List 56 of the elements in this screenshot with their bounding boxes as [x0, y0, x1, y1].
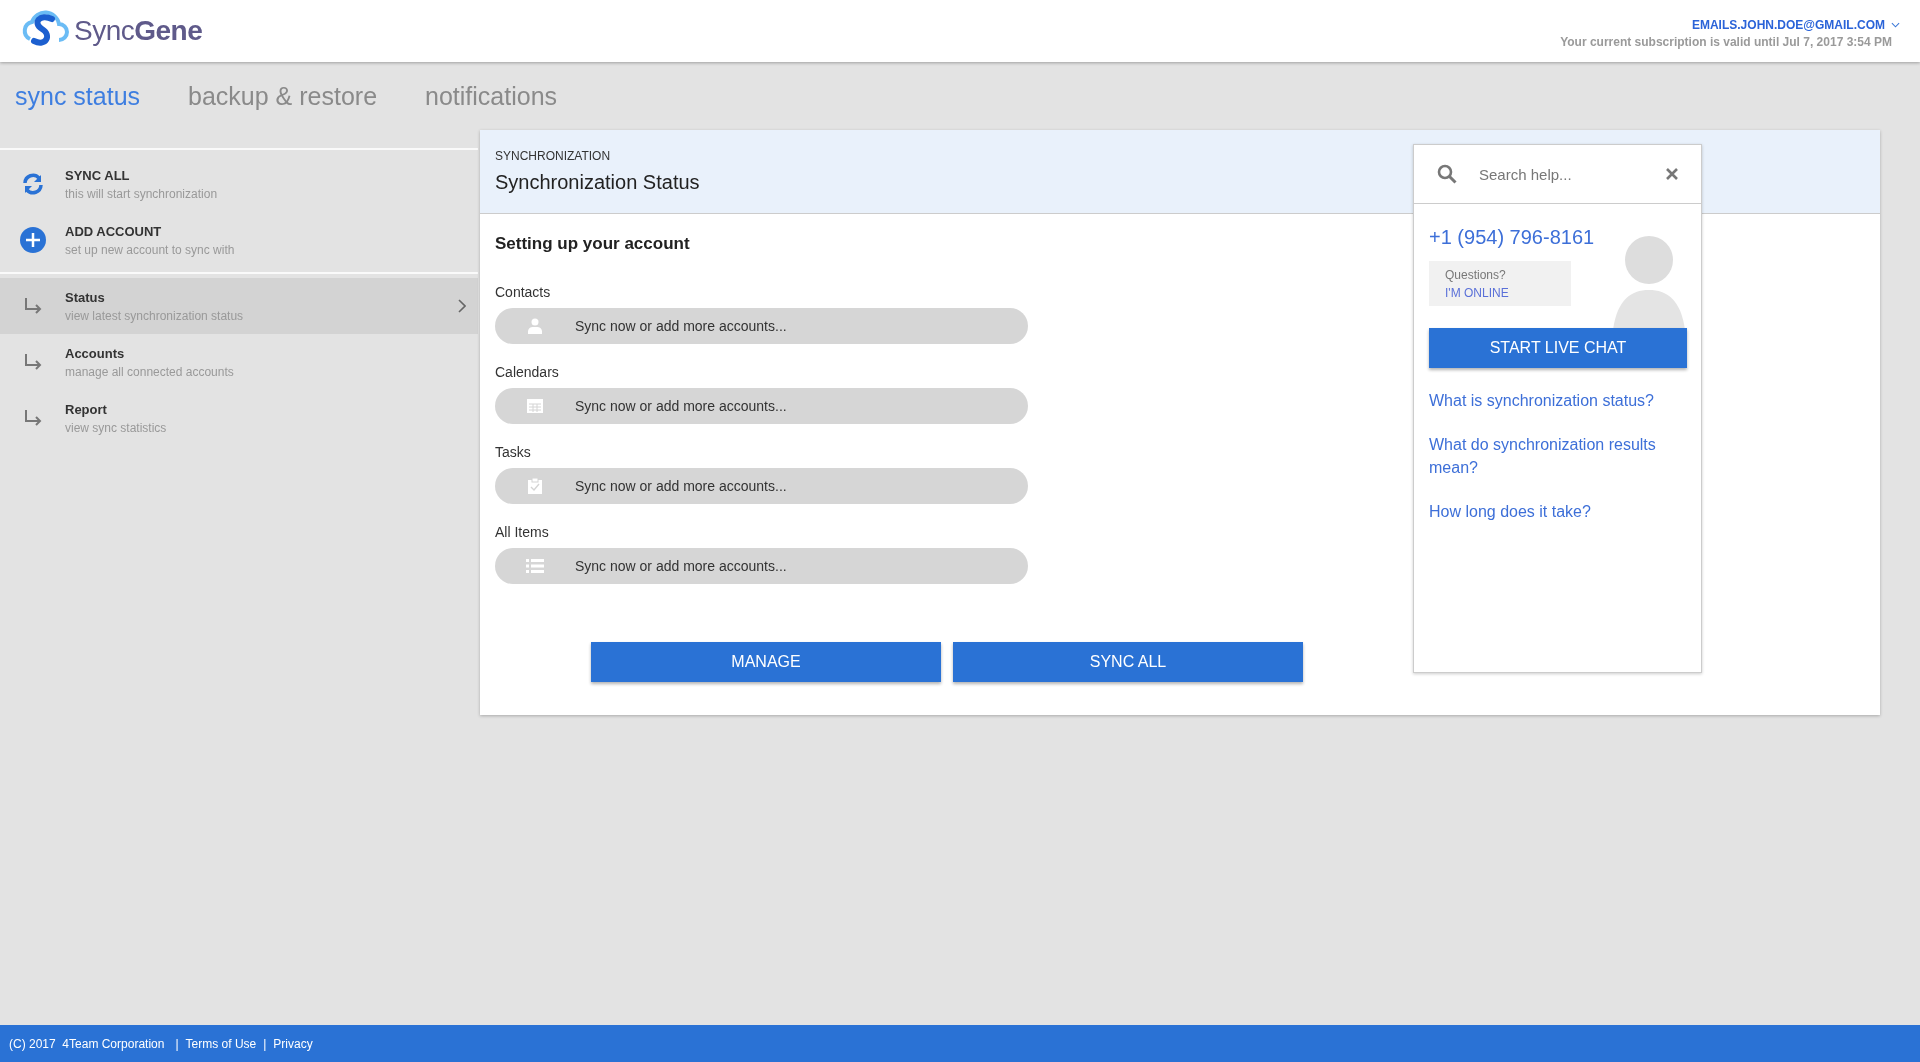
online-status: I'M ONLINE	[1445, 286, 1510, 300]
sync-status-bar[interactable]: Sync now or add more accounts...	[495, 548, 1028, 584]
item-title: Status	[65, 289, 106, 305]
action-title: ADD ACCOUNT	[65, 223, 163, 239]
sync-status-bar[interactable]: Sync now or add more accounts...	[495, 468, 1028, 504]
sidebar-item[interactable]: Status view latest synchronization status	[0, 278, 478, 334]
sidebar-action[interactable]: ADD ACCOUNT set up new account to sync with	[0, 212, 478, 268]
card-title: Synchronization Status	[495, 171, 700, 194]
separator-text: |	[175, 1036, 179, 1051]
sidebar-action[interactable]: SYNC ALL this will start synchronization	[0, 156, 478, 212]
list-icon	[526, 558, 544, 574]
action-button[interactable]: SYNC ALL	[953, 642, 1303, 682]
sidebar-item[interactable]: Report view sync statistics	[0, 390, 478, 446]
item-subtitle: manage all connected accounts	[65, 364, 235, 379]
close-icon[interactable]	[1666, 168, 1678, 180]
action-button[interactable]: MANAGE	[591, 642, 941, 682]
action-title: SYNC ALL	[65, 167, 131, 183]
category-label: All Items	[495, 524, 549, 540]
subscription-text: Your current subscription is valid until Jul 7, 2017 3:54 PM	[1560, 34, 1892, 49]
calendar-icon	[527, 399, 543, 413]
item-title: Accounts	[65, 345, 126, 361]
chevron-right-icon	[458, 299, 466, 313]
footer-link[interactable]: Privacy	[273, 1036, 313, 1051]
separator-text: |	[263, 1036, 267, 1051]
refresh-icon	[20, 172, 46, 196]
start-chat-button[interactable]: START LIVE CHAT	[1429, 328, 1687, 368]
card-overline: SYNCHRONIZATION	[495, 149, 611, 163]
account-menu[interactable]: EMAILS.JOHN.DOE@GMAIL.COM	[1691, 17, 1900, 32]
copyright-text: (C) 2017 4Team Corporation	[9, 1036, 165, 1051]
help-link[interactable]: What is synchronization status?	[1429, 390, 1654, 413]
item-subtitle: view sync statistics	[65, 420, 168, 435]
item-subtitle: view latest synchronization status	[65, 308, 245, 323]
sync-status-bar[interactable]: Sync now or add more accounts...	[495, 308, 1028, 344]
item-title: Report	[65, 401, 108, 417]
clipboard-check-icon	[528, 478, 542, 494]
category-label: Contacts	[495, 284, 551, 300]
logo-text: SyncGene	[74, 15, 203, 47]
bubble-question: Questions?	[1445, 268, 1507, 282]
add-circle-icon	[20, 227, 46, 253]
tab[interactable]: sync status	[15, 81, 141, 111]
help-link[interactable]: What do synchronization results mean?	[1429, 434, 1686, 480]
footer-link[interactable]: Terms of Use	[185, 1036, 257, 1051]
section-title: Setting up your account	[495, 234, 690, 254]
tab[interactable]: backup & restore	[188, 81, 378, 111]
help-link[interactable]: How long does it take?	[1429, 501, 1591, 524]
phone-number[interactable]: +1 (954) 796-8161	[1429, 226, 1595, 249]
tab[interactable]: notifications	[425, 81, 558, 111]
action-subtitle: set up new account to sync with	[65, 242, 236, 257]
category-label: Tasks	[495, 444, 531, 460]
person-icon	[528, 318, 542, 334]
chevron-down-icon	[1891, 21, 1900, 28]
category-label: Calendars	[495, 364, 559, 380]
sidebar-item[interactable]: Accounts manage all connected accounts	[0, 334, 478, 390]
action-subtitle: this will start synchronization	[65, 186, 219, 201]
search-icon	[1437, 164, 1457, 184]
sync-status-bar[interactable]: Sync now or add more accounts...	[495, 388, 1028, 424]
